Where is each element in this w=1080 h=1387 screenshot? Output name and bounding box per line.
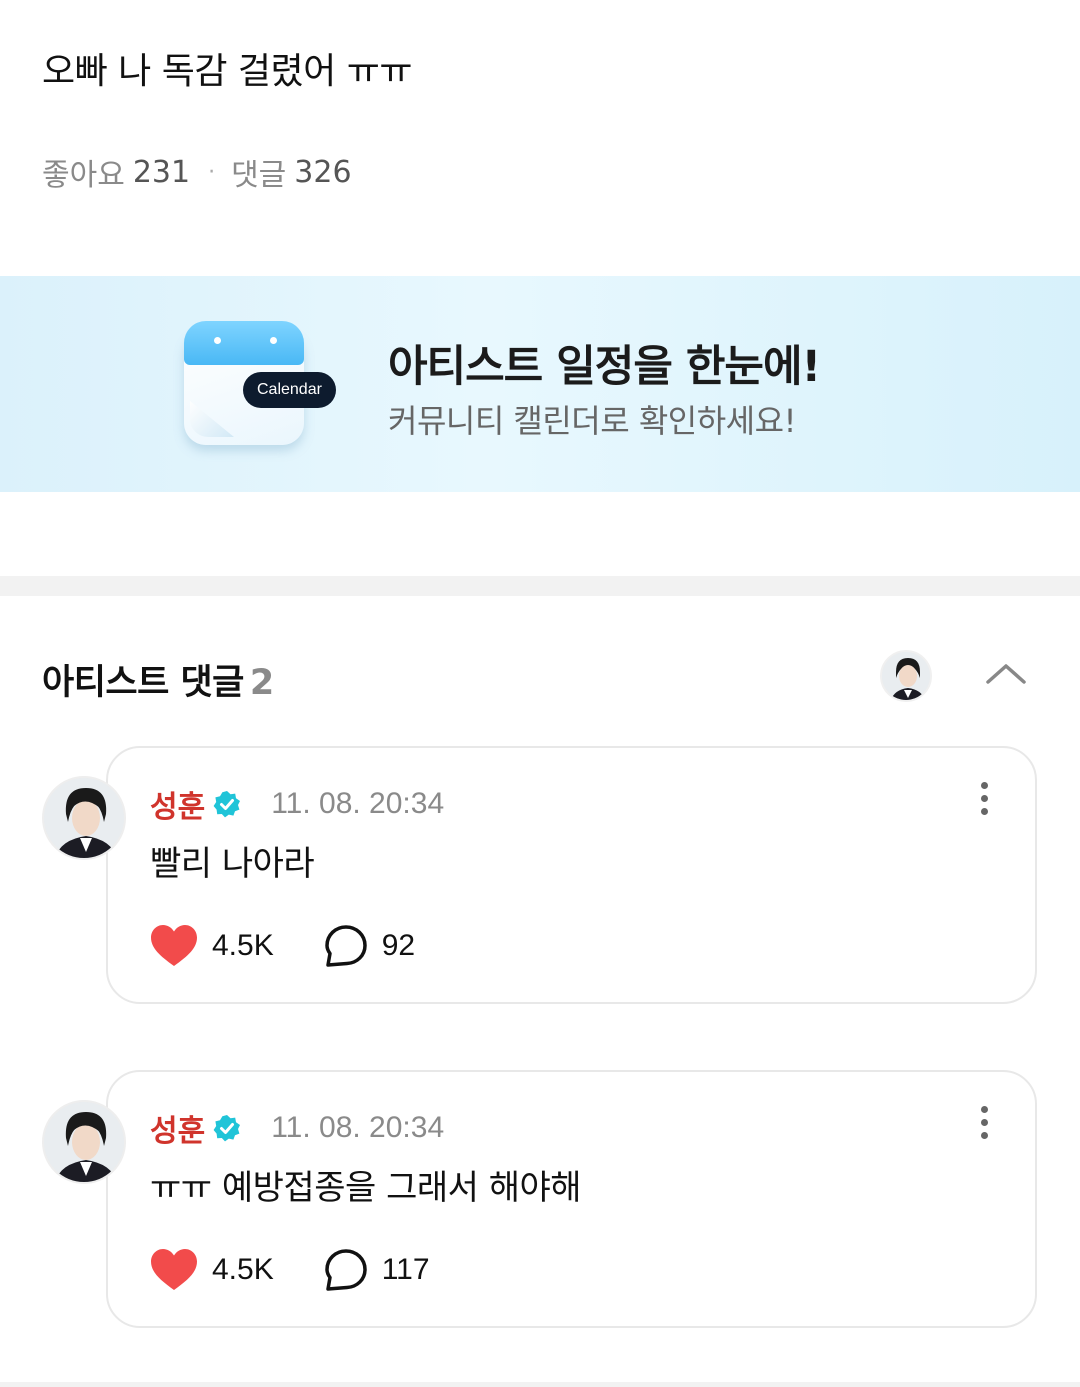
author-avatar[interactable]	[42, 1100, 126, 1184]
like-count: 4.5K	[212, 929, 274, 962]
artist-comments-count: 2	[249, 663, 274, 703]
comment-author[interactable]: 성훈	[150, 782, 205, 826]
reply-count: 117	[381, 1253, 430, 1286]
chevron-up-icon[interactable]	[984, 656, 1028, 692]
comment-text: 빨리 나아라	[150, 844, 315, 884]
comment-author[interactable]: 성훈	[150, 1106, 205, 1150]
verified-badge-icon	[213, 791, 241, 818]
more-vertical-icon[interactable]	[981, 782, 989, 818]
comment-actions: 4.5K 117	[150, 1248, 430, 1292]
calendar-pill: Calendar	[243, 372, 336, 408]
artist-comments-label: 아티스트 댓글	[42, 663, 244, 703]
comment-card: 성훈 11. 08. 20:34 빨리 나아라 4.5K 92	[106, 746, 1037, 1004]
comment-text: ㅠㅠ 예방접종을 그래서 해야해	[150, 1168, 582, 1208]
artist-comments-title: 아티스트 댓글 2	[42, 654, 274, 705]
more-vertical-icon[interactable]	[981, 1106, 989, 1142]
likes-label: 좋아요	[42, 158, 125, 193]
separator-dot: ·	[208, 159, 216, 185]
bottom-divider	[0, 1382, 1080, 1387]
verified-badge-icon	[213, 1115, 241, 1142]
comment-time: 11. 08. 20:34	[271, 787, 445, 820]
comments-label: 댓글	[231, 158, 287, 193]
post-stats: 좋아요 231 · 댓글 326	[42, 150, 352, 194]
comment-actions: 4.5K 92	[150, 924, 415, 968]
like-count: 4.5K	[212, 1253, 274, 1286]
banner-title: 아티스트 일정을 한눈에!	[388, 342, 821, 392]
reply-count: 92	[381, 929, 416, 962]
heart-icon[interactable]	[150, 924, 198, 968]
speech-bubble-icon[interactable]	[324, 924, 368, 968]
comment-time: 11. 08. 20:34	[271, 1111, 445, 1144]
speech-bubble-icon[interactable]	[324, 1248, 368, 1292]
comment-header: 성훈 11. 08. 20:34	[150, 782, 444, 826]
post-title: 오빠 나 독감 걸렸어 ㅠㅠ	[42, 51, 412, 92]
heart-icon[interactable]	[150, 1248, 198, 1292]
artist-avatar[interactable]	[880, 650, 932, 702]
likes-count: 231	[132, 154, 191, 190]
comments-count: 326	[294, 154, 352, 190]
comment-card: 성훈 11. 08. 20:34 ㅠㅠ 예방접종을 그래서 해야해 4.5K 1…	[106, 1070, 1037, 1328]
calendar-banner[interactable]: Calendar 아티스트 일정을 한눈에! 커뮤니티 캘린더로 확인하세요!	[0, 276, 1080, 492]
section-divider	[0, 576, 1080, 596]
author-avatar[interactable]	[42, 776, 126, 860]
banner-subtitle: 커뮤니티 캘린더로 확인하세요!	[388, 402, 796, 440]
comment-header: 성훈 11. 08. 20:34	[150, 1106, 444, 1150]
